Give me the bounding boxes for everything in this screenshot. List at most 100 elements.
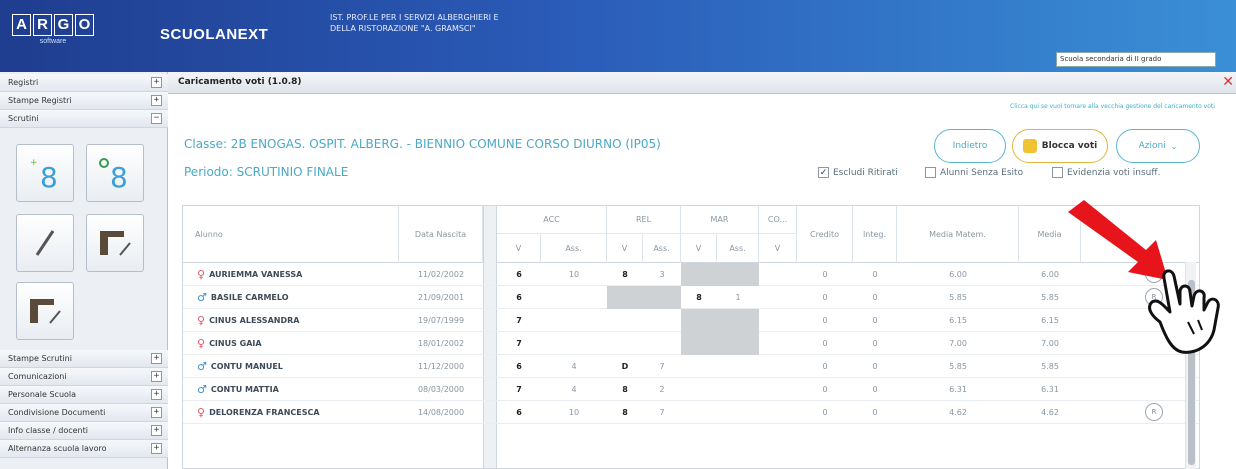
cell-mm[interactable]: 6.15: [897, 309, 1019, 332]
cell-mm[interactable]: 4.62: [897, 401, 1019, 424]
cell-acc-v[interactable]: 7: [497, 309, 541, 332]
expand-icon[interactable]: +: [151, 353, 162, 364]
collapse-icon[interactable]: −: [151, 113, 162, 124]
student-name[interactable]: ♂ CONTU MANUEL: [197, 355, 283, 378]
cell-credito[interactable]: 0: [797, 355, 853, 378]
expand-icon[interactable]: +: [151, 425, 162, 436]
expand-icon[interactable]: +: [151, 443, 162, 454]
cell-acc-a[interactable]: [541, 332, 607, 355]
cell-acc-v[interactable]: 6: [497, 263, 541, 286]
checkbox-box[interactable]: [925, 167, 936, 178]
student-name[interactable]: ♀ AURIEMMA VANESSA: [197, 263, 302, 286]
expand-icon[interactable]: +: [151, 371, 162, 382]
expand-icon[interactable]: +: [151, 389, 162, 400]
cell-co-v[interactable]: [759, 355, 797, 378]
school-level-select[interactable]: Scuola secondaria di II grado: [1056, 52, 1216, 67]
cell-acc-v[interactable]: 6: [497, 355, 541, 378]
cell-mar-v[interactable]: [681, 378, 717, 401]
table-row[interactable]: ♀ CINUS ALESSANDRA 19/07/1999 7 0 0 6.15 6.15: [183, 309, 1199, 332]
cell-integ[interactable]: 0: [853, 332, 897, 355]
cell-rel-a[interactable]: 7: [643, 401, 681, 424]
old-version-link[interactable]: Clicca qui se vuoi tornare alla vecchia …: [1010, 103, 1215, 110]
cell-mar-a[interactable]: [717, 309, 759, 332]
cell-rel-a[interactable]: [643, 286, 681, 309]
cell-credito[interactable]: 0: [797, 286, 853, 309]
cell-mar-v[interactable]: [681, 263, 717, 286]
cell-mm[interactable]: 5.85: [897, 355, 1019, 378]
sidebar-item-scrutini[interactable]: Scrutini −: [0, 110, 168, 128]
cell-credito[interactable]: 0: [797, 401, 853, 424]
cell-co-v[interactable]: [759, 309, 797, 332]
cell-co-v[interactable]: [759, 378, 797, 401]
cell-rel-v[interactable]: 8: [607, 263, 643, 286]
cell-rel-a[interactable]: [643, 309, 681, 332]
cell-mar-v[interactable]: [681, 355, 717, 378]
cell-mar-a[interactable]: [717, 263, 759, 286]
cell-co-v[interactable]: [759, 263, 797, 286]
back-button[interactable]: Indietro: [934, 129, 1006, 163]
student-name[interactable]: ♀ DELORENZA FRANCESCA: [197, 401, 320, 424]
sidebar-item-condivisione-documenti[interactable]: Condivisione Documenti +: [0, 404, 168, 422]
sidebar-item-info-classe[interactable]: Info classe / docenti +: [0, 422, 168, 440]
tile-giudizi[interactable]: [16, 214, 74, 272]
cell-rel-v[interactable]: 8: [607, 378, 643, 401]
cell-rel-v[interactable]: [607, 309, 643, 332]
table-row[interactable]: ♂ CONTU MATTIA 08/03/2000 7 4 8 2 0 0 6.31 6.31: [183, 378, 1199, 401]
cell-mar-a[interactable]: [717, 355, 759, 378]
cell-acc-v[interactable]: 6: [497, 286, 541, 309]
cell-acc-v[interactable]: 7: [497, 332, 541, 355]
cell-mm[interactable]: 6.31: [897, 378, 1019, 401]
table-row[interactable]: ♀ AURIEMMA VANESSA 11/02/2002 6 10 8 3 0 0 6.00 6.…: [183, 263, 1199, 286]
cell-media[interactable]: 6.31: [1019, 378, 1081, 401]
tile-voti-finali[interactable]: 8: [86, 144, 144, 202]
cell-mar-a[interactable]: [717, 332, 759, 355]
sidebar-item-alternanza[interactable]: Alternanza scuola lavoro +: [0, 440, 168, 458]
cell-integ[interactable]: 0: [853, 355, 897, 378]
cell-integ[interactable]: 0: [853, 401, 897, 424]
cell-integ[interactable]: 0: [853, 378, 897, 401]
cell-acc-v[interactable]: 6: [497, 401, 541, 424]
cell-credito[interactable]: 0: [797, 332, 853, 355]
cell-media[interactable]: 5.85: [1019, 286, 1081, 309]
cell-rel-v[interactable]: [607, 286, 643, 309]
cell-integ[interactable]: 0: [853, 309, 897, 332]
sidebar-item-personale-scuola[interactable]: Personale Scuola +: [0, 386, 168, 404]
cell-rel-v[interactable]: [607, 332, 643, 355]
lock-votes-button[interactable]: Blocca voti: [1012, 129, 1108, 163]
cell-acc-a[interactable]: 4: [541, 378, 607, 401]
cell-mar-a[interactable]: [717, 378, 759, 401]
checkbox-evidenzia-insufficienti[interactable]: Evidenzia voti insuff.: [1052, 167, 1160, 178]
sidebar-item-comunicazioni[interactable]: Comunicazioni +: [0, 368, 168, 386]
cell-credito[interactable]: 0: [797, 309, 853, 332]
student-name[interactable]: ♀ CINUS GAIA: [197, 332, 262, 355]
cell-integ[interactable]: 0: [853, 286, 897, 309]
cell-mar-v[interactable]: [681, 332, 717, 355]
col-header-data-nascita[interactable]: Data Nascita: [399, 206, 483, 263]
tile-tabellone[interactable]: [86, 214, 144, 272]
expand-icon[interactable]: +: [151, 95, 162, 106]
cell-mm[interactable]: 7.00: [897, 332, 1019, 355]
checkbox-box[interactable]: ✓: [818, 167, 829, 178]
table-row[interactable]: ♀ CINUS GAIA 18/01/2002 7 0 0 7.00 7.00: [183, 332, 1199, 355]
cell-acc-a[interactable]: 4: [541, 355, 607, 378]
cell-mar-a[interactable]: 1: [717, 286, 759, 309]
cell-mar-v[interactable]: [681, 401, 717, 424]
checkbox-escludi-ritirati[interactable]: ✓ Escludi Ritirati: [818, 167, 898, 178]
cell-media[interactable]: 5.85: [1019, 355, 1081, 378]
student-name[interactable]: ♀ CINUS ALESSANDRA: [197, 309, 299, 332]
cell-rel-a[interactable]: 2: [643, 378, 681, 401]
table-row[interactable]: ♀ DELORENZA FRANCESCA 14/08/2000 6 10 8 7 0 0 4.6…: [183, 401, 1199, 424]
student-name[interactable]: ♂ CONTU MATTIA: [197, 378, 279, 401]
cell-integ[interactable]: 0: [853, 263, 897, 286]
col-header-alunno[interactable]: Alunno: [183, 206, 399, 263]
cell-mm[interactable]: 6.00: [897, 263, 1019, 286]
cell-mar-a[interactable]: [717, 401, 759, 424]
sidebar-item-stampe-registri[interactable]: Stampe Registri +: [0, 92, 168, 110]
cell-acc-a[interactable]: [541, 309, 607, 332]
checkbox-alunni-senza-esito[interactable]: Alunni Senza Esito: [925, 167, 1023, 178]
cell-mar-v[interactable]: [681, 309, 717, 332]
cell-mm[interactable]: 5.85: [897, 286, 1019, 309]
actions-button[interactable]: Azioni ⌄: [1116, 129, 1200, 163]
table-row[interactable]: ♂ CONTU MANUEL 11/12/2000 6 4 D 7 0 0 5.85 5.85: [183, 355, 1199, 378]
cell-media[interactable]: 6.15: [1019, 309, 1081, 332]
